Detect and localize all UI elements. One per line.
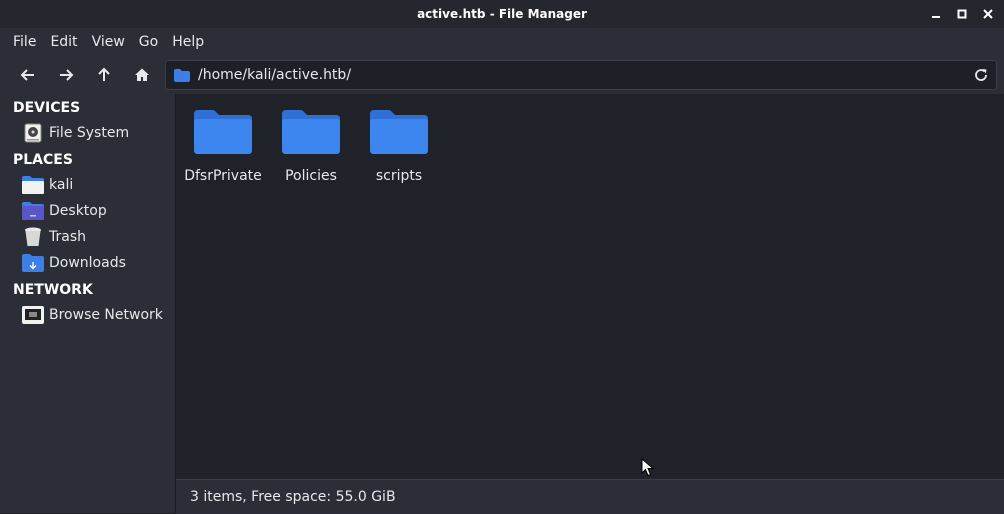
back-button[interactable] xyxy=(9,59,47,91)
sidebar-item-label: Downloads xyxy=(49,255,126,271)
harddisk-icon xyxy=(22,122,44,144)
menu-bar: File Edit View Go Help xyxy=(0,28,1004,56)
network-icon xyxy=(22,304,44,326)
sidebar-item-browse-network[interactable]: Browse Network xyxy=(0,302,175,328)
menu-help[interactable]: Help xyxy=(165,34,211,50)
arrow-up-icon xyxy=(98,67,110,81)
home-icon xyxy=(135,68,149,81)
sidebar-item-trash[interactable]: Trash xyxy=(0,224,175,250)
home-button[interactable] xyxy=(123,59,161,91)
file-item-dfsrprivate[interactable]: DfsrPrivate xyxy=(178,110,268,184)
sidebar-item-file-system[interactable]: File System xyxy=(0,120,175,146)
home-folder-icon xyxy=(22,174,44,196)
location-bar[interactable]: /home/kali/active.htb/ xyxy=(165,60,997,90)
sidebar-item-kali[interactable]: kali xyxy=(0,172,175,198)
window-title: active.htb - File Manager xyxy=(417,7,587,21)
sidebar-item-downloads[interactable]: Downloads xyxy=(0,250,175,276)
sidebar: DEVICES File System PLACES kali Desktop … xyxy=(0,94,176,513)
arrow-left-icon xyxy=(20,69,34,81)
folder-icon xyxy=(282,110,340,154)
mouse-cursor-icon xyxy=(641,458,655,477)
reload-icon[interactable] xyxy=(972,66,990,84)
window-controls xyxy=(928,6,996,22)
folder-icon xyxy=(194,110,252,154)
menu-view[interactable]: View xyxy=(85,34,132,50)
places-heading: PLACES xyxy=(13,152,73,168)
maximize-icon[interactable] xyxy=(954,6,970,22)
file-item-policies[interactable]: Policies xyxy=(266,110,356,184)
sidebar-item-label: Browse Network xyxy=(49,307,163,323)
file-view[interactable]: DfsrPrivate Policies scripts xyxy=(176,94,1004,479)
sidebar-item-label: Desktop xyxy=(49,203,107,219)
sidebar-item-desktop[interactable]: Desktop xyxy=(0,198,175,224)
status-bar: 3 items, Free space: 55.0 GiB xyxy=(176,479,1004,514)
file-name: scripts xyxy=(375,168,423,184)
sidebar-item-label: kali xyxy=(49,177,74,193)
trash-icon xyxy=(22,226,44,248)
menu-file[interactable]: File xyxy=(6,34,43,50)
devices-heading: DEVICES xyxy=(13,100,81,116)
status-text: 3 items, Free space: 55.0 GiB xyxy=(190,489,396,505)
downloads-folder-icon xyxy=(22,252,44,274)
network-heading: NETWORK xyxy=(13,282,93,298)
forward-button[interactable] xyxy=(47,59,85,91)
arrow-right-icon xyxy=(60,69,74,81)
close-icon[interactable] xyxy=(980,6,996,22)
file-item-scripts[interactable]: scripts xyxy=(354,110,444,184)
file-name: Policies xyxy=(285,168,337,184)
desktop-icon xyxy=(22,200,44,222)
menu-edit[interactable]: Edit xyxy=(43,34,84,50)
up-button[interactable] xyxy=(85,59,123,91)
minimize-icon[interactable] xyxy=(928,6,944,22)
location-path: /home/kali/active.htb/ xyxy=(198,67,352,83)
sidebar-item-label: Trash xyxy=(49,229,86,245)
menu-go[interactable]: Go xyxy=(132,34,165,50)
folder-icon xyxy=(370,110,428,154)
folder-icon xyxy=(174,68,190,82)
title-bar: active.htb - File Manager xyxy=(0,0,1004,28)
file-name: DfsrPrivate xyxy=(184,168,262,184)
sidebar-item-label: File System xyxy=(49,125,130,141)
